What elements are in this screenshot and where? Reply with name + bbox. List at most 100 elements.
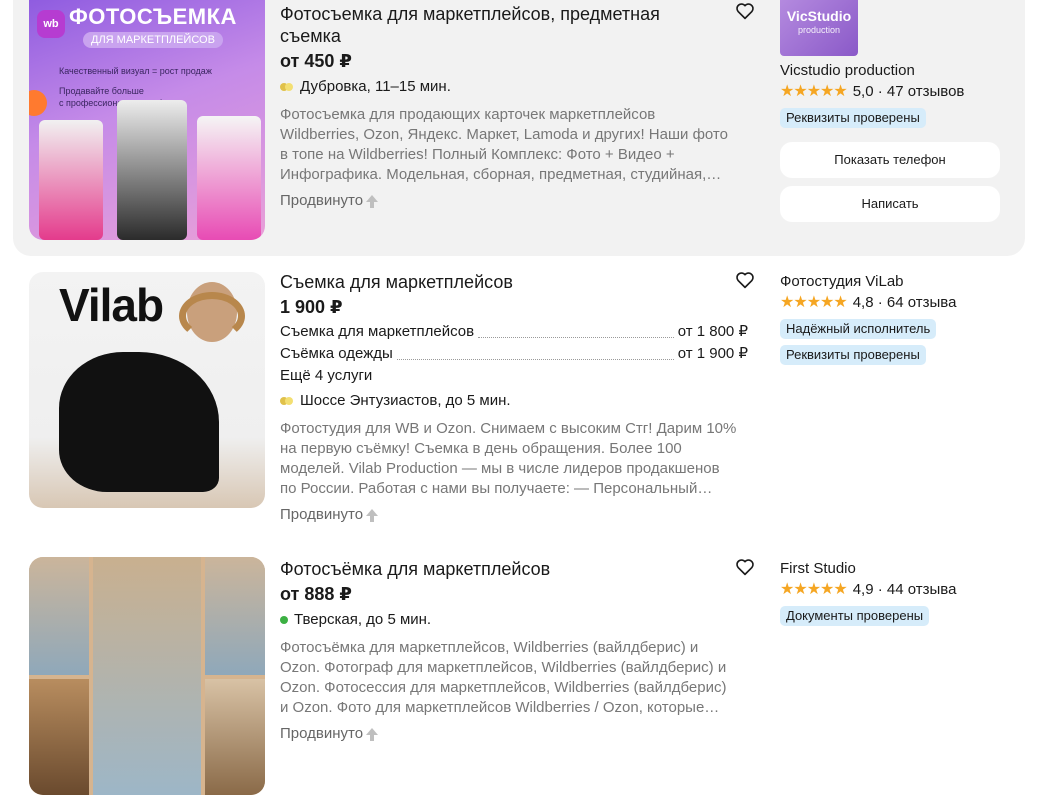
service-name: Съёмка одежды bbox=[280, 345, 393, 362]
promoted-label: Продвинуто bbox=[280, 505, 750, 525]
listing-photo[interactable]: Vilab bbox=[29, 272, 265, 508]
more-services-link[interactable]: Ещё 4 услуги bbox=[280, 365, 750, 387]
description-line: Фотостудия для WB и Ozon. Снимаем с высо… bbox=[280, 420, 737, 437]
metro-line-icon bbox=[280, 83, 294, 91]
promoted-label: Продвинуто bbox=[280, 724, 750, 744]
verified-badge: Реквизиты проверены bbox=[780, 345, 926, 365]
show-phone-button[interactable]: Показать телефон bbox=[780, 142, 1000, 178]
collage-photo bbox=[93, 557, 201, 795]
listing-card[interactable]: Vilab Съемка для маркетплейсов 1 900 ₽ С… bbox=[13, 268, 1025, 524]
service-name: Съемка для маркетплейсов bbox=[280, 323, 475, 340]
star-icon: ★★★★★ bbox=[780, 581, 848, 598]
write-message-button[interactable]: Написать bbox=[780, 186, 1000, 222]
description-line: Фотосъёмка для маркетплейсов, Wildberrie… bbox=[280, 639, 699, 656]
description-line: и Ozon. Фото для маркетплейсов Wildberri… bbox=[280, 699, 720, 716]
services-list: Съемка для маркетплейсов от 1 800 ₽ Съём… bbox=[280, 321, 750, 387]
promoted-arrow-icon bbox=[366, 508, 379, 522]
seller-name[interactable]: Vicstudio production bbox=[780, 61, 1002, 81]
listing-location: Шоссе Энтузиастов, до 5 мин. bbox=[280, 391, 750, 411]
seller-name[interactable]: Фотостудия ViLab bbox=[780, 272, 1002, 292]
seller-badges: Надёжный исполнитель Реквизиты проверены bbox=[780, 313, 1002, 365]
location-text: Дубровка, 11–15 мин. bbox=[300, 78, 451, 95]
description-line: на первую съёмку! Съемка в день обращени… bbox=[280, 440, 682, 457]
star-icon: ★★★★★ bbox=[780, 83, 848, 100]
service-row: Съемка для маркетплейсов от 1 800 ₽ bbox=[280, 321, 748, 343]
seller-panel: First Studio ★★★★★ 4,9 · 44 отзыва Докум… bbox=[780, 559, 1002, 626]
seller-badges: Реквизиты проверены bbox=[780, 102, 1002, 128]
listing-title[interactable]: Съемка для маркетплейсов bbox=[280, 271, 720, 293]
seller-logo-name: VicStudio bbox=[786, 8, 852, 24]
model-photo bbox=[197, 116, 261, 240]
star-icon: ★★★★★ bbox=[780, 294, 848, 311]
photo-bullet: Продавайте больше bbox=[59, 86, 144, 96]
rating-text: 4,9 · 44 отзыва bbox=[852, 581, 957, 598]
heart-outline-icon[interactable] bbox=[735, 271, 755, 289]
photo-headline: ФОТОСЪЕМКА bbox=[69, 4, 237, 29]
seller-logo[interactable]: VicStudio production bbox=[780, 0, 858, 56]
description-line: по России. Работая с нами вы получаете: … bbox=[280, 480, 713, 497]
description-line: Wildberries, Ozon, Яндекс. Маркет, Lamod… bbox=[280, 126, 728, 143]
promoted-text: Продвинуто bbox=[280, 506, 364, 523]
seller-rating[interactable]: ★★★★★ 4,8 · 64 отзыва bbox=[780, 293, 1002, 313]
seller-panel: VicStudio production Vicstudio productio… bbox=[780, 0, 1002, 222]
photo-logo: Vilab bbox=[59, 279, 164, 331]
seller-rating[interactable]: ★★★★★ 4,9 · 44 отзыва bbox=[780, 580, 1002, 600]
seller-badges: Документы проверены bbox=[780, 600, 1002, 626]
description-line: Инфографика. Модельная, сборная, предмет… bbox=[280, 166, 722, 183]
promoted-label: Продвинуто bbox=[280, 191, 750, 211]
collage-photo bbox=[29, 557, 89, 675]
collage-photo bbox=[29, 679, 89, 795]
heart-outline-icon[interactable] bbox=[735, 2, 755, 20]
listing-title[interactable]: Фотосъемка для маркетплейсов, предметная… bbox=[280, 3, 720, 47]
seller-name[interactable]: First Studio bbox=[780, 559, 1002, 579]
description-line: Ozon. Фотограф для маркетплейсов, Wildbe… bbox=[280, 659, 727, 676]
location-text: Шоссе Энтузиастов, до 5 мин. bbox=[300, 392, 511, 409]
wb-logo: wb bbox=[37, 10, 65, 38]
description-line: моделей. Vilab Production — мы в числе л… bbox=[280, 460, 720, 477]
listing-photo[interactable] bbox=[29, 557, 265, 795]
service-price: от 1 900 ₽ bbox=[677, 345, 748, 362]
heart-outline-icon[interactable] bbox=[735, 558, 755, 576]
listing-title[interactable]: Фотосъёмка для маркетплейсов bbox=[280, 558, 720, 580]
rating-text: 5,0 · 47 отзывов bbox=[852, 83, 965, 100]
listing-price: от 450 ₽ bbox=[280, 51, 352, 71]
promoted-text: Продвинуто bbox=[280, 725, 364, 742]
seller-rating[interactable]: ★★★★★ 5,0 · 47 отзывов bbox=[780, 82, 1002, 102]
documents-verified-badge: Документы проверены bbox=[780, 606, 930, 626]
leader-dots bbox=[478, 337, 674, 338]
model-photo bbox=[117, 100, 187, 240]
metro-line-icon bbox=[280, 616, 288, 624]
description-line: в топе на Wildberries! Полный Комплекс: … bbox=[280, 146, 675, 163]
headphones bbox=[179, 292, 245, 340]
verified-badge: Реквизиты проверены bbox=[780, 108, 926, 128]
seller-panel: Фотостудия ViLab ★★★★★ 4,8 · 64 отзыва Н… bbox=[780, 272, 1002, 365]
listing-location: Тверская, до 5 мин. bbox=[280, 610, 750, 630]
description-line: Фотосъемка для продающих карточек маркет… bbox=[280, 106, 656, 123]
listing-card[interactable]: wb ФОТОСЪЕМКА ДЛЯ МАРКЕТПЛЕЙСОВ Качестве… bbox=[13, 0, 1025, 256]
photo-bullet: Качественный визуал = рост продаж bbox=[59, 66, 212, 76]
description-line: Ozon. Фотосессия для маркетплейсов, Wild… bbox=[280, 679, 727, 696]
collage-photo bbox=[205, 679, 265, 795]
photo-subline: ДЛЯ МАРКЕТПЛЕЙСОВ bbox=[83, 32, 223, 48]
listing-description: Фотосъёмка для маркетплейсов, Wildberrie… bbox=[280, 638, 740, 718]
reliable-badge: Надёжный исполнитель bbox=[780, 319, 937, 339]
listing-description: Фотостудия для WB и Ozon. Снимаем с высо… bbox=[280, 419, 740, 499]
service-price: от 1 800 ₽ bbox=[677, 323, 748, 340]
listing-location: Дубровка, 11–15 мин. bbox=[280, 77, 750, 97]
listing-info: Фотосъёмка для маркетплейсов от 888 ₽ Тв… bbox=[280, 558, 750, 744]
leader-dots bbox=[396, 359, 674, 360]
promoted-arrow-icon bbox=[366, 727, 379, 741]
promoted-text: Продвинуто bbox=[280, 192, 364, 209]
model-figure bbox=[59, 352, 219, 492]
listing-price: от 888 ₽ bbox=[280, 584, 352, 604]
model-photo bbox=[39, 120, 103, 240]
metro-line-icon bbox=[280, 397, 294, 405]
listing-photo[interactable]: wb ФОТОСЪЕМКА ДЛЯ МАРКЕТПЛЕЙСОВ Качестве… bbox=[29, 0, 265, 240]
listing-card[interactable]: Фотосъёмка для маркетплейсов от 888 ₽ Тв… bbox=[13, 553, 1025, 805]
listing-description: Фотосъемка для продающих карточек маркет… bbox=[280, 105, 740, 185]
promoted-arrow-icon bbox=[366, 194, 379, 208]
seller-logo-sub: production bbox=[797, 25, 841, 35]
collage-photo bbox=[205, 557, 265, 675]
listing-info: Фотосъемка для маркетплейсов, предметная… bbox=[280, 3, 750, 211]
rating-text: 4,8 · 64 отзыва bbox=[852, 294, 957, 311]
